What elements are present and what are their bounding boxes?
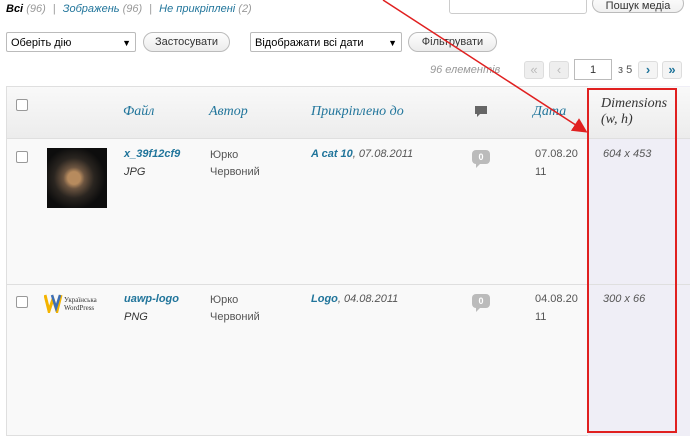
annotation-arrow [382, 0, 588, 133]
